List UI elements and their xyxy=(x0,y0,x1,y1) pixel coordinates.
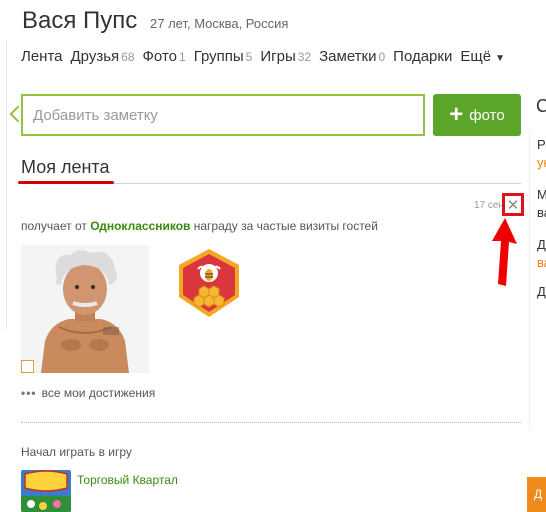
nav-item-count: 32 xyxy=(297,50,312,64)
right-column-heading: С xyxy=(536,96,546,116)
feed-title: Моя лента xyxy=(21,157,110,177)
avatar-image xyxy=(21,245,149,373)
nav-item-gifts[interactable]: Подарки xyxy=(393,48,452,65)
post-text-before: получает от xyxy=(21,219,91,233)
nav-item-games[interactable]: Игры 32 xyxy=(260,48,311,65)
nav-item-count: 0 xyxy=(378,50,386,64)
nav-item-label: Игры xyxy=(260,48,296,65)
plus-icon: + xyxy=(449,101,464,128)
right-column-text: М xyxy=(537,187,546,202)
close-post-button[interactable]: ✕ xyxy=(502,193,524,216)
orange-side-tab[interactable]: Д xyxy=(527,477,546,512)
post-text: получает от Одноклассников награду за ча… xyxy=(21,219,378,233)
honeycomb-badge-icon[interactable] xyxy=(174,247,244,319)
game-link[interactable]: Торговый Квартал xyxy=(77,473,178,487)
nav-item-notes[interactable]: Заметки 0 xyxy=(319,48,385,65)
select-checkbox[interactable] xyxy=(21,360,34,373)
right-column-divider xyxy=(529,130,530,430)
right-column-text: Дє xyxy=(537,237,546,252)
nav-item-label: Подарки xyxy=(393,48,453,65)
close-icon: ✕ xyxy=(506,196,520,214)
feed-title-underline xyxy=(18,181,114,184)
achievements-link[interactable]: ••• все мои достижения xyxy=(21,386,155,400)
add-photo-button[interactable]: + фото xyxy=(433,94,521,136)
source-link[interactable]: Одноклассников xyxy=(90,219,190,233)
right-column-link[interactable]: ва xyxy=(537,255,546,270)
nav-item-label: Лента xyxy=(21,48,63,65)
nav-item-count: 5 xyxy=(245,50,253,64)
game-thumbnail-icon xyxy=(21,470,71,512)
left-divider xyxy=(6,40,7,330)
post-date: 17 сен xyxy=(474,200,504,211)
nav-item-count: 1 xyxy=(179,50,186,64)
right-column-link[interactable]: ук xyxy=(537,155,546,170)
red-arrow-icon xyxy=(492,218,517,286)
profile-meta: 27 лет, Москва, Россия xyxy=(150,16,289,31)
profile-nav: Лента Друзья 68 Фото 1 Группы 5 Игры 32 Заме… xyxy=(21,48,513,65)
add-photo-label: фото xyxy=(469,106,505,124)
nav-item-count: 68 xyxy=(121,50,135,64)
right-column-text: Да xyxy=(537,284,546,299)
game-post-title: Начал играть в игру xyxy=(21,445,132,459)
nav-item-groups[interactable]: Группы 5 xyxy=(194,48,253,65)
nav-item-label: Группы xyxy=(193,48,244,65)
post-text-after: награду за частые визиты гостей xyxy=(190,219,378,233)
nav-item-label: Заметки xyxy=(319,48,377,65)
add-note-placeholder: Добавить заметку xyxy=(33,107,158,124)
right-column-text: ва xyxy=(537,205,546,220)
achievements-label: все мои достижения xyxy=(41,386,156,400)
dots-icon: ••• xyxy=(21,386,37,400)
nav-item-friends[interactable]: Друзья 68 xyxy=(71,48,135,65)
user-avatar-photo[interactable] xyxy=(21,245,149,373)
nav-item-feed[interactable]: Лента xyxy=(21,48,63,65)
right-column-text: Ра xyxy=(537,137,546,152)
post-separator xyxy=(21,422,521,423)
nav-item-photos[interactable]: Фото 1 xyxy=(143,48,186,65)
add-note-input[interactable]: Добавить заметку xyxy=(21,94,425,136)
nav-item-more[interactable]: Ещё ▼ xyxy=(460,48,505,65)
nav-item-label: Друзья xyxy=(70,48,120,65)
nav-item-label: Фото xyxy=(142,48,177,65)
chevron-down-icon: ▼ xyxy=(495,53,505,64)
profile-name[interactable]: Вася Пупс xyxy=(22,7,137,35)
nav-item-label: Ещё xyxy=(460,48,492,65)
profile-page: Вася Пупс 27 лет, Москва, Россия Лента Д… xyxy=(0,0,546,512)
game-icon[interactable] xyxy=(21,470,71,512)
